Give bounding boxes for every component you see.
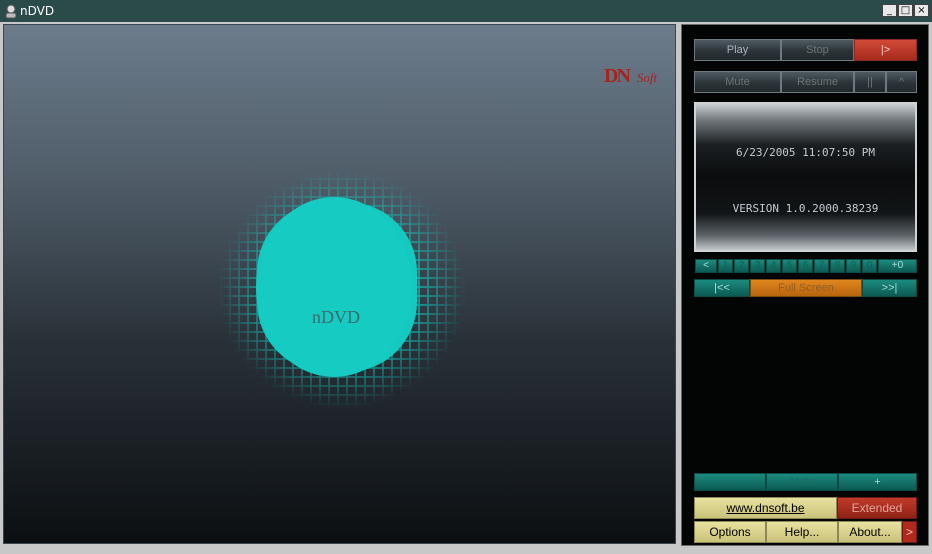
- digit-1-button[interactable]: 1: [718, 259, 733, 273]
- ndvd-label: nDVD: [312, 307, 360, 327]
- eject-button[interactable]: ^: [886, 71, 917, 93]
- digit-5-button[interactable]: 5: [782, 259, 797, 273]
- title-bar: nDVD _ □ ×: [0, 0, 932, 23]
- info-display: 6/23/2005 11:07:50 PM VERSION 1.0.2000.3…: [694, 102, 917, 252]
- ndvd-splash-graphic: [217, 169, 467, 409]
- volume-up-button[interactable]: +: [838, 473, 917, 491]
- options-button[interactable]: Options: [694, 521, 766, 543]
- dnsoft-logo: DN Soft: [604, 65, 657, 88]
- logo-mark: DN: [604, 65, 631, 87]
- maximize-button[interactable]: □: [898, 4, 913, 17]
- plus-ten-button[interactable]: +0: [878, 259, 917, 273]
- digit-8-button[interactable]: 8: [830, 259, 845, 273]
- digit-2-button[interactable]: 2: [734, 259, 749, 273]
- stop-button[interactable]: Stop: [781, 39, 854, 61]
- window-title: nDVD: [20, 4, 55, 18]
- forward-button[interactable]: >>|: [862, 279, 917, 297]
- digit-9-button[interactable]: 9: [846, 259, 861, 273]
- digit-6-button[interactable]: 6: [798, 259, 813, 273]
- extended-button[interactable]: Extended: [837, 497, 917, 519]
- resume-button[interactable]: Resume: [781, 71, 854, 93]
- close-button[interactable]: ×: [914, 4, 929, 17]
- volume-down-button[interactable]: -: [694, 473, 766, 491]
- chapter-prev-button[interactable]: <: [695, 259, 717, 273]
- next-button[interactable]: |>: [854, 39, 917, 61]
- help-button[interactable]: Help...: [766, 521, 838, 543]
- about-button[interactable]: About...: [838, 521, 902, 543]
- app-icon: [5, 4, 17, 19]
- digit-4-button[interactable]: 4: [766, 259, 781, 273]
- fullscreen-button[interactable]: Full Screen: [750, 279, 862, 297]
- minimize-button[interactable]: _: [882, 4, 897, 17]
- video-area[interactable]: DN Soft nDVD: [3, 24, 676, 544]
- mute-transport-button[interactable]: Mute: [694, 71, 781, 93]
- datetime-text: 6/23/2005 11:07:50 PM: [735, 146, 876, 159]
- expand-arrow-button[interactable]: >: [902, 521, 917, 543]
- digit-3-button[interactable]: 3: [750, 259, 765, 273]
- play-button[interactable]: Play: [694, 39, 781, 61]
- digit-0-button[interactable]: 0: [862, 259, 877, 273]
- website-link[interactable]: www.dnsoft.be: [694, 497, 837, 519]
- version-text: VERSION 1.0.2000.38239: [732, 202, 879, 215]
- volume-mute-button[interactable]: Mute: [766, 473, 838, 491]
- logo-text: Soft: [636, 70, 658, 85]
- digit-7-button[interactable]: 7: [814, 259, 829, 273]
- rewind-button[interactable]: |<<: [694, 279, 750, 297]
- pause-button[interactable]: ||: [854, 71, 886, 93]
